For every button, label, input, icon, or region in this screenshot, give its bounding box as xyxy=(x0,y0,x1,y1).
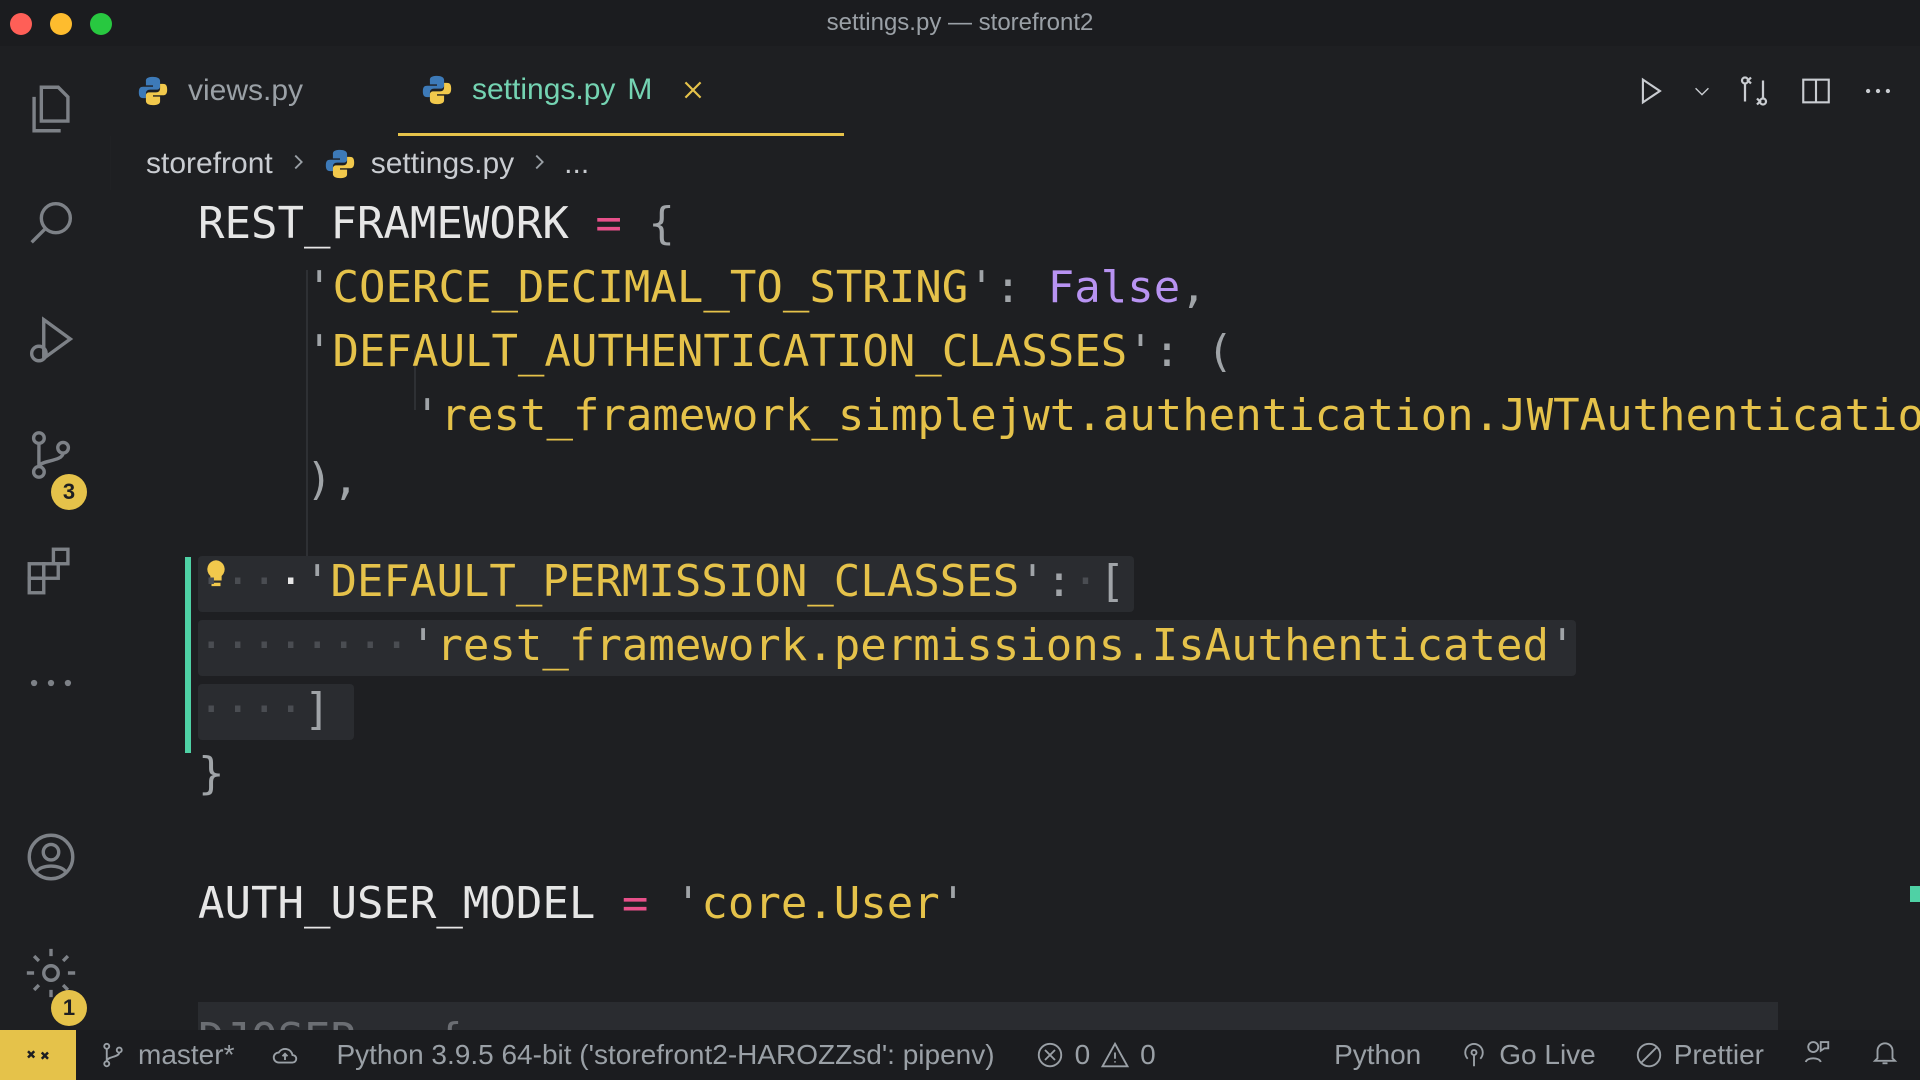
code-editor[interactable]: REST_FRAMEWORK = { 'COERCE_DECIMAL_TO_ST… xyxy=(110,190,1920,1030)
more-views-icon[interactable] xyxy=(20,652,82,714)
prettier-label: Prettier xyxy=(1673,1039,1764,1070)
run-file-icon[interactable] xyxy=(1628,69,1672,113)
code-line-9: } xyxy=(198,742,225,806)
token: [ xyxy=(1098,556,1126,607)
token: rest_framework.permissions.IsAuthenticat… xyxy=(436,620,1550,671)
token: } xyxy=(198,748,225,799)
tab-bar: views.py settings.py M xyxy=(110,46,1920,136)
prettier-status[interactable]: Prettier xyxy=(1634,1039,1764,1071)
branch-icon xyxy=(103,1042,123,1068)
go-live-button[interactable]: Go Live xyxy=(1459,1039,1596,1071)
accounts-icon[interactable] xyxy=(20,826,82,888)
token: { xyxy=(648,198,675,249)
activity-bar: 3 1 xyxy=(0,46,111,1030)
tab-views-py[interactable]: views.py xyxy=(136,46,303,136)
code-line-5: ), xyxy=(198,448,359,512)
sync-status[interactable] xyxy=(270,1040,300,1070)
language-mode[interactable]: Python xyxy=(1334,1039,1421,1071)
compare-changes-icon[interactable] xyxy=(1732,69,1776,113)
branch-label: master* xyxy=(138,1039,235,1070)
token: DEFAULT_PERMISSION_CLASSES xyxy=(330,556,1020,607)
token: COERCE_DECIMAL_TO_STRING xyxy=(332,262,969,313)
interpreter-label: Python 3.9.5 64-bit ('storefront2-HAROZZ… xyxy=(336,1039,995,1070)
window-minimize-button[interactable] xyxy=(50,13,72,35)
error-count: 0 xyxy=(1074,1039,1091,1070)
git-modified-gutter xyxy=(185,557,191,753)
tab-label: views.py xyxy=(188,74,304,107)
token: REST_FRAMEWORK xyxy=(198,198,569,249)
token: = xyxy=(621,878,649,929)
code-line-2: 'COERCE_DECIMAL_TO_STRING': False, xyxy=(306,262,1207,313)
code-line-1: REST_FRAMEWORK = { xyxy=(198,192,675,256)
go-live-label: Go Live xyxy=(1499,1039,1596,1070)
token: ] xyxy=(303,684,331,735)
warning-icon xyxy=(1101,1041,1130,1068)
more-actions-icon[interactable] xyxy=(1856,69,1900,113)
window-maximize-button[interactable] xyxy=(90,13,112,35)
cloud-upload-icon xyxy=(273,1048,298,1064)
window-close-button[interactable] xyxy=(10,13,32,35)
python-file-icon xyxy=(138,76,168,106)
token: = xyxy=(595,198,622,249)
search-icon[interactable] xyxy=(20,192,82,254)
tab-label: settings.py xyxy=(472,72,616,106)
code-line-7: ········'rest_framework.permissions.IsAu… xyxy=(198,620,1576,671)
chevron-right-icon xyxy=(287,147,309,181)
breadcrumb-folder[interactable]: storefront xyxy=(146,147,273,181)
git-branch-status[interactable]: master* xyxy=(98,1039,234,1071)
token: rest_framework_simplejwt.authentication.… xyxy=(440,390,1920,441)
run-debug-icon[interactable] xyxy=(20,308,82,370)
modified-indicator: M xyxy=(627,72,653,106)
window-title: settings.py — storefront2 xyxy=(826,9,1094,36)
code-line-8: ····] xyxy=(198,684,331,735)
status-bar-right: Python Go Live Prettier xyxy=(1334,1030,1920,1080)
close-tab-icon[interactable] xyxy=(678,75,708,105)
source-control-badge: 3 xyxy=(51,474,87,510)
breadcrumb-file[interactable]: settings.py xyxy=(371,147,514,181)
title-bar: settings.py — storefront2 xyxy=(0,0,1920,46)
feedback-icon[interactable] xyxy=(1802,1037,1832,1074)
prohibited-icon xyxy=(1636,1042,1661,1068)
remote-icon xyxy=(27,1050,49,1060)
python-file-icon xyxy=(325,149,354,179)
code-line-3: 'DEFAULT_AUTHENTICATION_CLASSES': ( xyxy=(306,326,1234,377)
scrollbar-change-marker xyxy=(1910,886,1920,902)
problems-status[interactable]: 0 0 xyxy=(1035,1039,1156,1071)
chevron-right-icon xyxy=(528,147,550,181)
explorer-icon[interactable] xyxy=(20,78,82,140)
error-icon xyxy=(1037,1042,1062,1068)
token: core.User xyxy=(701,878,940,929)
token: False xyxy=(1047,262,1181,313)
token: AUTH_USER_MODEL xyxy=(198,878,596,929)
breadcrumb-more[interactable]: ... xyxy=(564,147,589,181)
token: ), xyxy=(306,454,359,505)
token: ( xyxy=(1206,326,1234,377)
settings-badge: 1 xyxy=(51,990,87,1026)
editor-actions xyxy=(1628,46,1900,136)
chevron-down-icon[interactable] xyxy=(1690,69,1714,113)
token: DEFAULT_AUTHENTICATION_CLASSES xyxy=(332,326,1128,377)
extensions-icon[interactable] xyxy=(20,540,82,602)
warning-count: 0 xyxy=(1140,1039,1156,1070)
notifications-bell-icon[interactable] xyxy=(1870,1037,1900,1074)
breadcrumb: storefront settings.py ... xyxy=(146,140,589,188)
python-interpreter[interactable]: Python 3.9.5 64-bit ('storefront2-HAROZZ… xyxy=(336,1039,994,1071)
python-file-icon xyxy=(422,75,452,104)
status-bar: master* Python 3.9.5 64-bit ('storefront… xyxy=(0,1030,1920,1080)
code-line-11: DJOSER = { xyxy=(198,1008,463,1030)
broadcast-icon xyxy=(1464,1043,1484,1067)
code-line-10: AUTH_USER_MODEL = 'core.User' xyxy=(198,878,967,929)
code-line-6: ····'DEFAULT_PERMISSION_CLASSES':·[ xyxy=(198,556,1126,607)
split-editor-icon[interactable] xyxy=(1794,69,1838,113)
code-line-4: 'rest_framework_simplejwt.authentication… xyxy=(198,384,1920,448)
tab-settings-py[interactable]: settings.py M xyxy=(398,46,844,136)
remote-indicator-button[interactable] xyxy=(0,1030,76,1080)
